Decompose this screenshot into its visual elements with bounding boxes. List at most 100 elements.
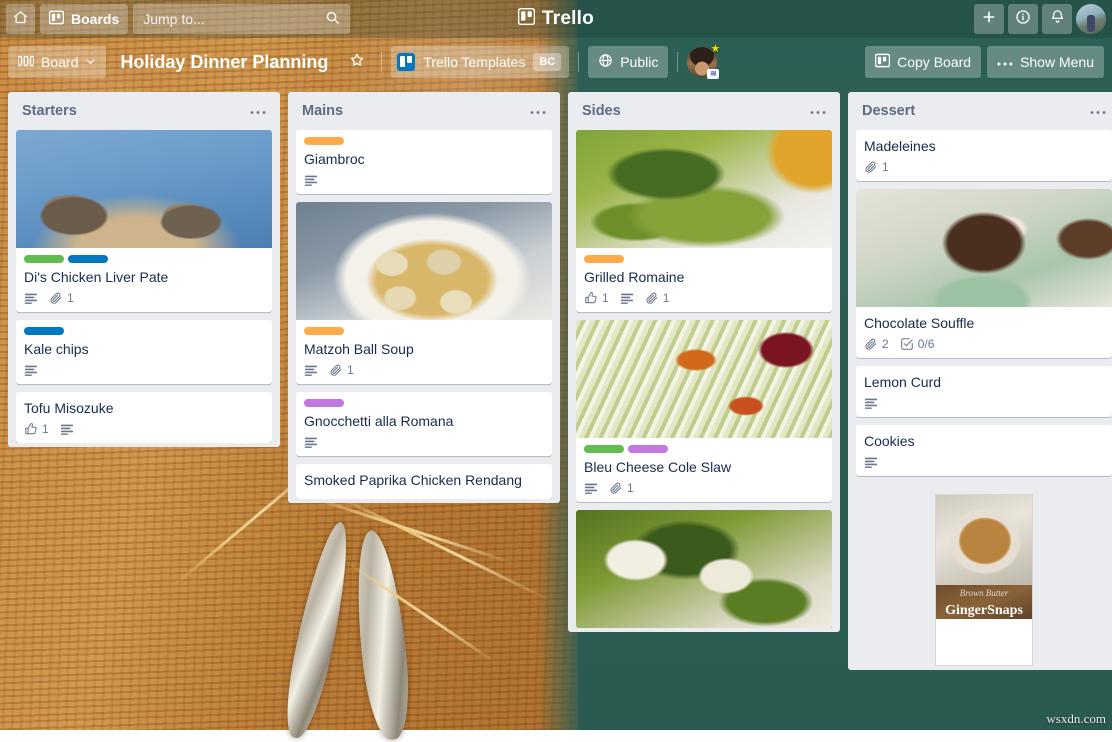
card[interactable]: Tofu Misozuke1 <box>16 392 272 443</box>
description-icon <box>304 435 318 449</box>
description-icon <box>864 396 878 410</box>
list-header: Mains <box>288 92 560 130</box>
card[interactable]: Kale chips <box>16 320 272 384</box>
card-cover-image <box>576 130 832 248</box>
card-body: Kale chips <box>16 320 272 384</box>
copy-board-button[interactable]: Copy Board <box>865 46 981 78</box>
card[interactable]: Giambroc <box>296 130 552 194</box>
list-title[interactable]: Mains <box>302 103 343 119</box>
list-menu-icon[interactable] <box>248 103 268 119</box>
list-cards: Madeleines1Chocolate Souffle20/6Lemon Cu… <box>848 130 1112 666</box>
card-badge-attachment: 1 <box>645 291 670 305</box>
description-icon <box>304 173 318 187</box>
board-icon <box>875 53 890 71</box>
cookie-attachment-preview[interactable]: Brown ButterGingerSnaps <box>856 484 1112 666</box>
card-label-blue[interactable] <box>68 255 108 263</box>
card-label-orange[interactable] <box>584 255 624 263</box>
card-labels <box>304 399 544 407</box>
ellipsis-icon <box>997 54 1013 70</box>
show-menu-button[interactable]: Show Menu <box>987 46 1104 78</box>
card-title: Bleu Cheese Cole Slaw <box>584 458 824 476</box>
card-badge-description <box>304 435 318 449</box>
badge-value: 2 <box>882 337 889 351</box>
list-title[interactable]: Starters <box>22 103 77 119</box>
card-body: Bleu Cheese Cole Slaw 1 <box>576 438 832 502</box>
list-title[interactable]: Sides <box>582 103 621 119</box>
card-badge-description <box>60 422 74 436</box>
card-labels <box>584 445 824 453</box>
card-badge-vote: 1 <box>584 291 609 305</box>
card[interactable]: Chocolate Souffle20/6 <box>856 189 1112 358</box>
card-label-purple[interactable] <box>628 445 668 453</box>
user-avatar[interactable] <box>1076 4 1106 34</box>
card-badge-attachment: 1 <box>49 291 74 305</box>
card-labels <box>304 327 544 335</box>
list-cards: Grilled Romaine11Bleu Cheese Cole Slaw1 <box>568 130 840 628</box>
team-button[interactable]: Trello Templates BC <box>391 46 569 78</box>
badge-value: 1 <box>42 422 49 436</box>
badge-value: 1 <box>627 481 634 495</box>
add-button[interactable] <box>974 4 1004 34</box>
search-icon[interactable] <box>325 10 340 28</box>
card[interactable]: Madeleines1 <box>856 130 1112 181</box>
boards-button[interactable]: Boards <box>40 4 128 34</box>
list-title[interactable]: Dessert <box>862 103 915 119</box>
card[interactable]: Smoked Paprika Chicken Rendang <box>296 464 552 499</box>
info-icon <box>1015 9 1031 30</box>
divider <box>578 52 579 72</box>
board-member-avatar[interactable]: ★ ≋ <box>687 47 717 77</box>
card-labels <box>24 255 264 263</box>
board-view-label: Board <box>41 54 78 70</box>
card-cover-image <box>576 320 832 438</box>
avatar-star-badge: ★ <box>710 44 720 55</box>
card-body: Gnocchetti alla Romana <box>296 392 552 456</box>
card[interactable]: Matzoh Ball Soup1 <box>296 202 552 384</box>
card-label-purple[interactable] <box>304 399 344 407</box>
card-badges <box>304 172 544 188</box>
description-icon <box>24 363 38 377</box>
attachment-icon <box>329 363 343 377</box>
card-badge-attachment: 1 <box>864 160 889 174</box>
list-sides: SidesGrilled Romaine11Bleu Cheese Cole S… <box>568 92 840 632</box>
card-badge-description <box>584 481 598 495</box>
board-header-bar: Board Holiday Dinner Planning Trello Tem… <box>0 38 1112 86</box>
info-button[interactable] <box>1008 4 1038 34</box>
card-labels <box>24 327 264 335</box>
description-icon <box>584 481 598 495</box>
notifications-button[interactable] <box>1042 4 1072 34</box>
card[interactable]: Di's Chicken Liver Pate1 <box>16 130 272 312</box>
card-badges: 1 <box>304 362 544 378</box>
badge-value: 0/6 <box>918 337 935 351</box>
card[interactable]: Gnocchetti alla Romana <box>296 392 552 456</box>
badge-value: 1 <box>663 291 670 305</box>
list-menu-icon[interactable] <box>808 103 828 119</box>
card-label-orange[interactable] <box>304 327 344 335</box>
jump-to-search-input[interactable]: Jump to... <box>133 4 350 34</box>
card-badges <box>864 395 1104 411</box>
board-view-switcher[interactable]: Board <box>8 46 106 78</box>
star-board-button[interactable] <box>342 46 372 78</box>
list-menu-icon[interactable] <box>528 103 548 119</box>
list-menu-icon[interactable] <box>1088 103 1108 119</box>
visibility-button[interactable]: Public <box>588 46 668 78</box>
list-mains: Mains Giambroc Matzoh Ball Soup1 Gnocchetti… <box>288 92 560 503</box>
home-icon <box>13 10 28 28</box>
card-title: Gnocchetti alla Romana <box>304 412 544 430</box>
card[interactable] <box>576 510 832 628</box>
card[interactable]: Lemon Curd <box>856 366 1112 417</box>
board-title[interactable]: Holiday Dinner Planning <box>110 46 338 78</box>
card[interactable]: Bleu Cheese Cole Slaw 1 <box>576 320 832 502</box>
home-button[interactable] <box>6 4 35 34</box>
card[interactable]: Cookies <box>856 425 1112 476</box>
plus-icon <box>981 9 997 30</box>
card[interactable]: Grilled Romaine11 <box>576 130 832 312</box>
card-label-blue[interactable] <box>24 327 64 335</box>
card-label-orange[interactable] <box>304 137 344 145</box>
list-starters: Starters Di's Chicken Liver Pate1 Kale chi… <box>8 92 280 447</box>
card-body: Lemon Curd <box>856 366 1112 417</box>
card-title: Cookies <box>864 432 1104 450</box>
card-label-green[interactable] <box>584 445 624 453</box>
card-label-green[interactable] <box>24 255 64 263</box>
card-badge-description <box>864 396 878 410</box>
vote-icon <box>584 291 598 305</box>
